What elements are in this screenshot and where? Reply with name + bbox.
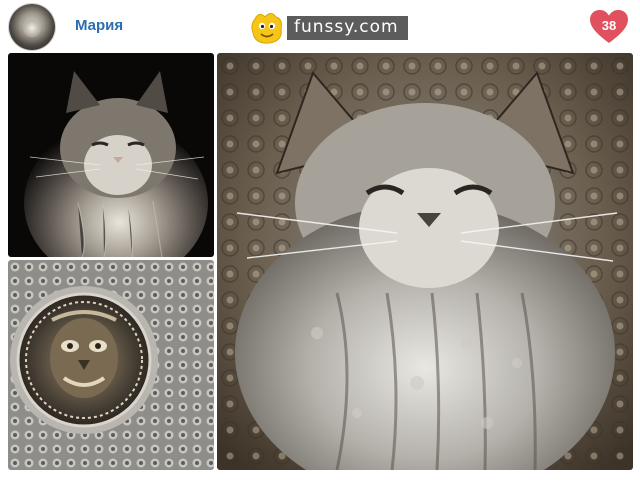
deep-dream-mask-texture[interactable] [8,260,214,470]
user-avatar[interactable] [9,4,55,50]
brand-logo[interactable]: funssy.com [249,11,408,45]
deep-dream-cat-result[interactable] [217,53,633,470]
brand-name: funssy.com [287,16,408,40]
like-count: 38 [601,18,617,33]
original-cat-photo[interactable] [8,53,214,257]
username-link[interactable]: Мария [75,17,123,34]
yellow-mascot-icon [251,13,282,44]
like-button[interactable]: 38 [589,9,629,45]
